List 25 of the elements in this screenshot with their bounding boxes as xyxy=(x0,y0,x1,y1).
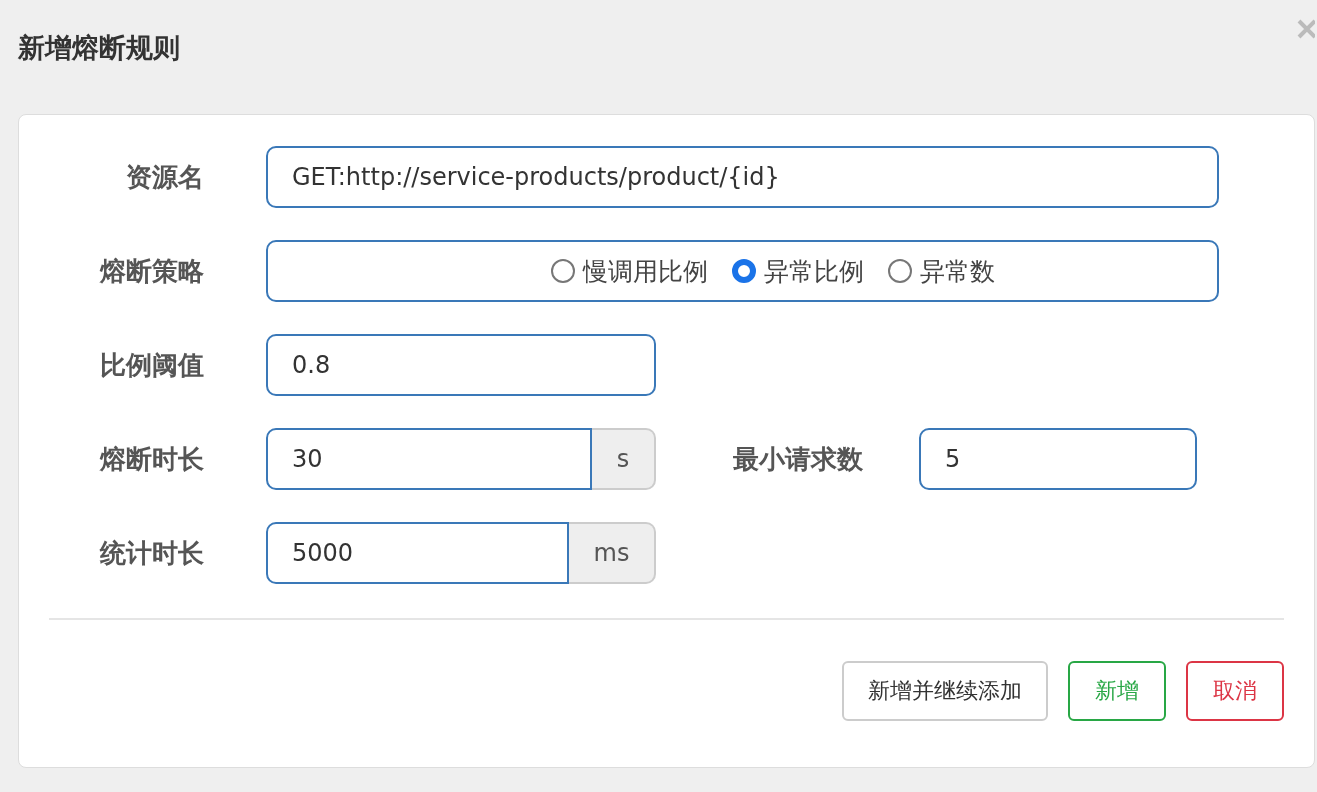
radio-option[interactable]: 异常比例 xyxy=(731,254,864,288)
text-field[interactable]: 0.8 xyxy=(266,334,656,396)
field-label: 熔断策略 xyxy=(98,254,204,288)
radio-option[interactable]: 异常数 xyxy=(887,254,995,288)
field-label: 统计时长 xyxy=(98,536,204,570)
radio-button[interactable] xyxy=(731,259,756,283)
unit-addon: ms xyxy=(569,522,656,584)
radio-label: 慢调用比例 xyxy=(582,255,708,288)
field-label: 最小请求数 xyxy=(733,442,863,476)
radio-button[interactable] xyxy=(550,259,575,283)
field-label: 比例阈值 xyxy=(99,348,204,382)
radio-option[interactable]: 慢调用比例 xyxy=(550,254,708,288)
text-field[interactable]: GET:http://service-products/product/{id} xyxy=(266,146,1219,208)
field-label: 熔断时长 xyxy=(98,442,204,476)
unit-addon: s xyxy=(592,428,656,490)
action-button[interactable]: 新增并继续添加 xyxy=(842,661,1048,721)
text-field[interactable]: 5 xyxy=(919,428,1197,490)
radio-button[interactable] xyxy=(887,259,912,283)
text-field[interactable]: 5000 xyxy=(266,522,569,584)
radio-label: 异常数 xyxy=(919,255,995,288)
text-field[interactable]: 30 xyxy=(266,428,592,490)
field-label: 资源名 xyxy=(125,160,204,194)
dialog-title: 新增熔断规则 xyxy=(18,31,180,65)
radio-label: 异常比例 xyxy=(763,255,864,288)
action-button[interactable]: 取消 xyxy=(1186,661,1284,721)
